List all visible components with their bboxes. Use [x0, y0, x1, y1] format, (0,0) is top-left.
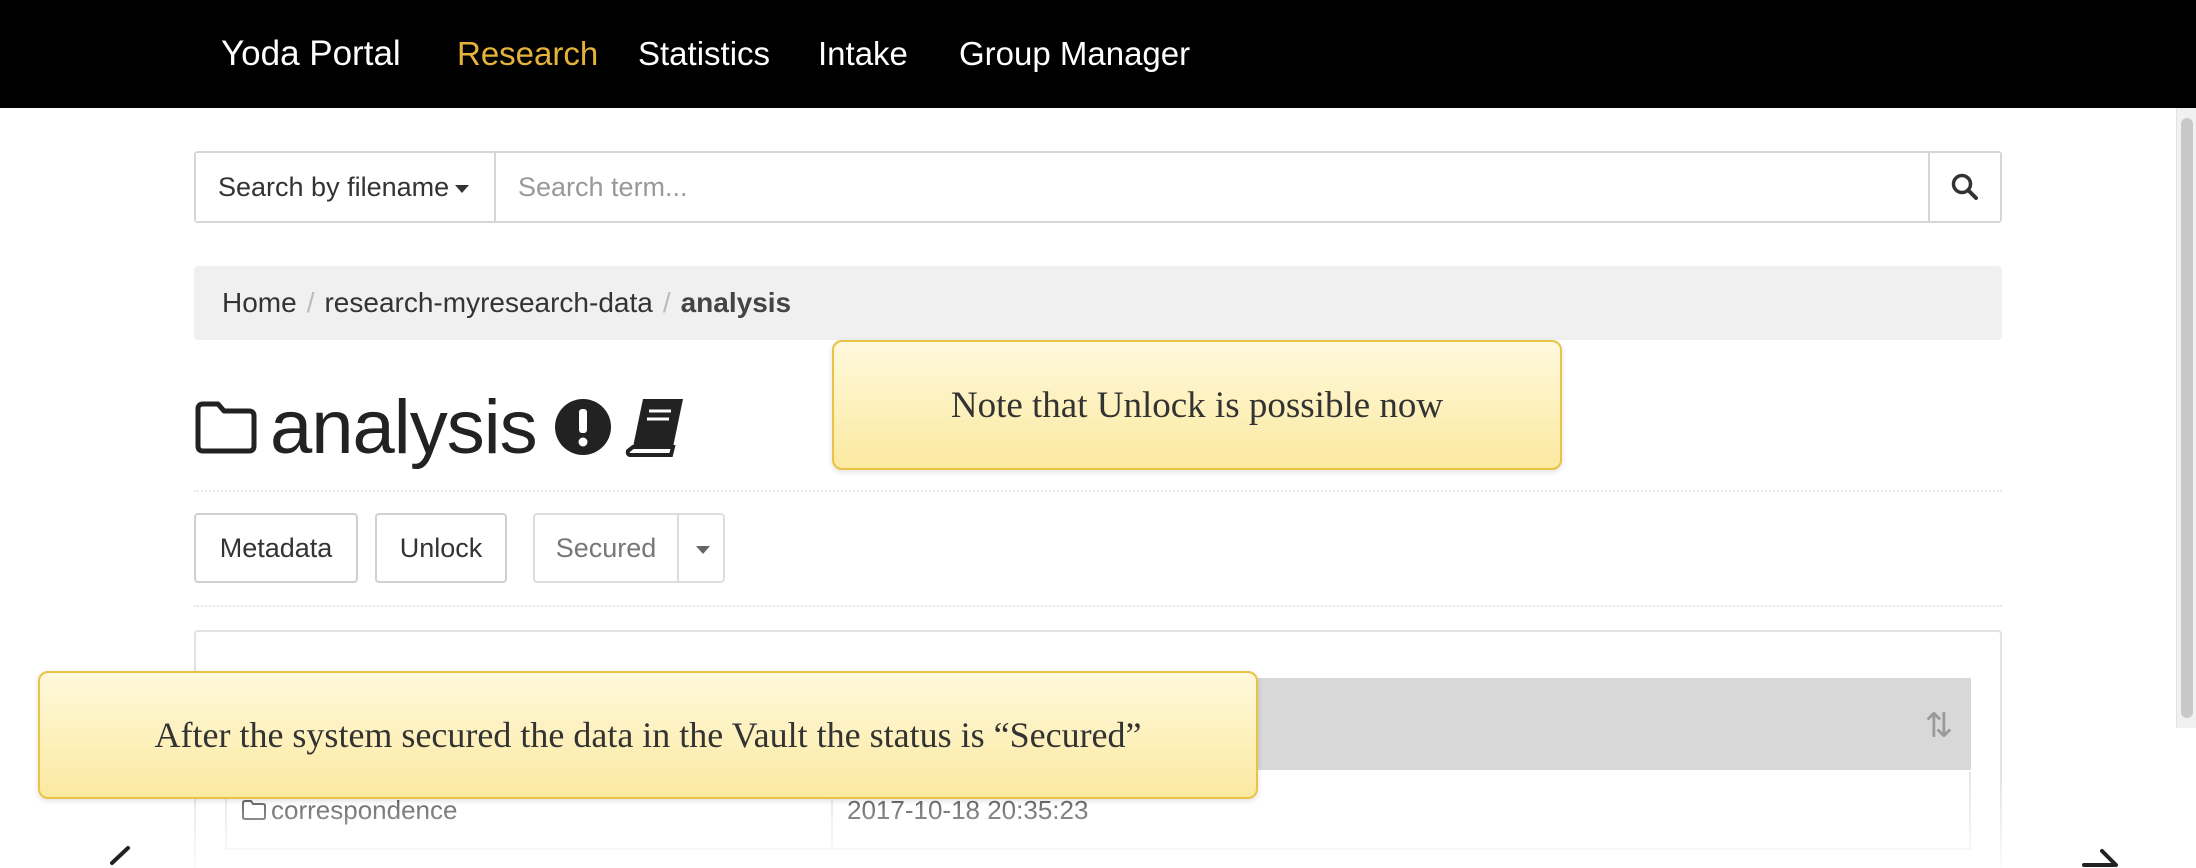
- arrow-right-icon[interactable]: [2080, 843, 2120, 868]
- caret-down-icon: [696, 546, 710, 554]
- caret-down-icon: [455, 184, 470, 193]
- book-icon[interactable]: [625, 395, 689, 459]
- status-dropdown-toggle[interactable]: [677, 513, 725, 583]
- search-button[interactable]: [1928, 153, 2000, 221]
- unlock-button[interactable]: Unlock: [375, 513, 507, 583]
- folder-icon: [195, 401, 257, 454]
- top-navbar: Yoda Portal Research Statistics Intake G…: [0, 0, 2196, 108]
- breadcrumb: Home / research-myresearch-data / analysis: [194, 266, 2002, 340]
- search-bar: Search by filename: [194, 151, 2002, 223]
- nav-group-manager[interactable]: Group Manager: [959, 0, 1190, 108]
- divider: [194, 605, 2002, 607]
- callout-secured-text: After the system secured the data in the…: [154, 714, 1142, 755]
- search-input[interactable]: [498, 153, 1918, 221]
- status-button[interactable]: Secured: [533, 513, 679, 583]
- breadcrumb-current: analysis: [680, 287, 792, 318]
- metadata-button[interactable]: Metadata: [194, 513, 358, 583]
- divider: [194, 490, 2002, 492]
- nav-intake[interactable]: Intake: [818, 0, 908, 108]
- breadcrumb-separator: /: [306, 287, 315, 318]
- sort-icon[interactable]: ⇅: [1925, 706, 1954, 746]
- search-type-dropdown[interactable]: Search by filename: [196, 153, 496, 221]
- callout-secured-note: After the system secured the data in the…: [38, 671, 1258, 799]
- arrow-left-icon[interactable]: [98, 843, 138, 868]
- scrollbar-thumb[interactable]: [2181, 118, 2193, 718]
- callout-unlock-text: Note that Unlock is possible now: [950, 384, 1444, 426]
- page-scrollbar[interactable]: [2176, 108, 2196, 728]
- exclamation-circle-icon[interactable]: [553, 397, 613, 457]
- nav-statistics[interactable]: Statistics: [638, 0, 770, 108]
- search-icon: [1951, 173, 1978, 200]
- nav-research[interactable]: Research: [457, 0, 598, 108]
- page-title: analysis: [194, 375, 689, 479]
- search-type-label: Search by filename: [218, 172, 450, 202]
- breadcrumb-research-group[interactable]: research-myresearch-data: [324, 287, 652, 318]
- brand-link[interactable]: Yoda Portal: [221, 0, 401, 108]
- breadcrumb-separator: /: [662, 287, 671, 318]
- breadcrumb-home[interactable]: Home: [222, 287, 297, 318]
- callout-unlock-note: Note that Unlock is possible now: [832, 340, 1562, 470]
- folder-title: analysis: [270, 384, 538, 470]
- folder-icon: [242, 800, 266, 820]
